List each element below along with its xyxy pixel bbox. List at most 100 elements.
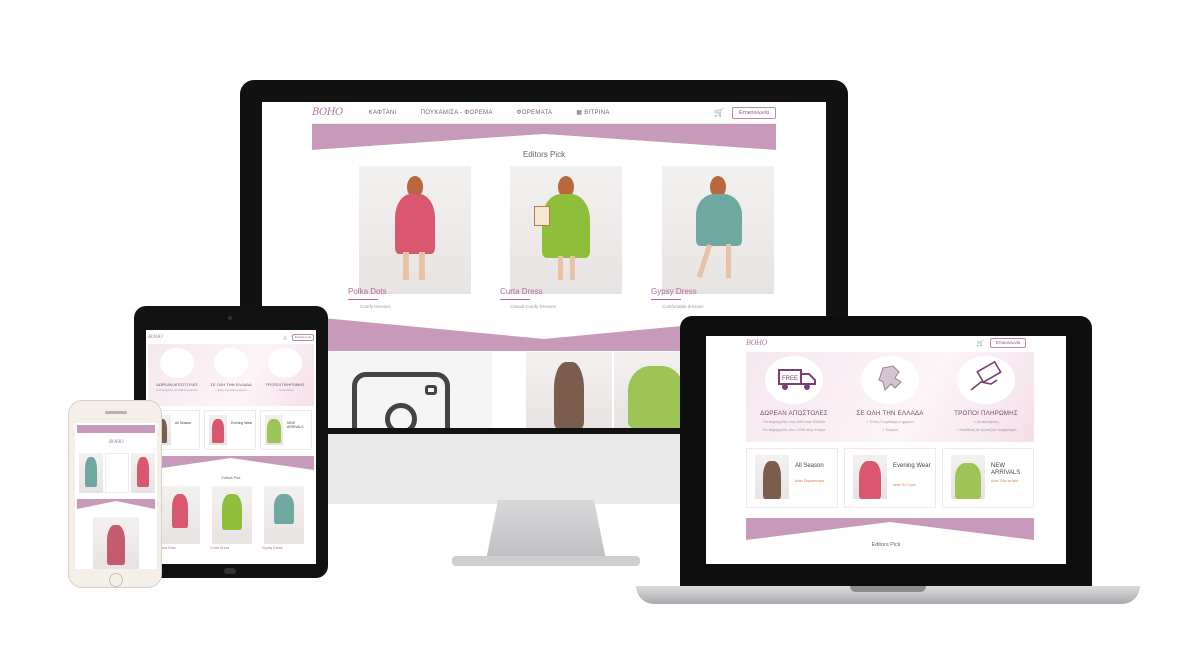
cart-icon[interactable]: 🛒 xyxy=(714,108,724,117)
feature-title: ΣΕ ΟΛΗ ΤΗΝ ΕΛΛΑΔΑ xyxy=(856,410,924,417)
model-dress xyxy=(395,194,435,254)
category-card-evening-wear[interactable]: Evening Wear Δείτε Τα Τώρα xyxy=(844,448,936,508)
product-name[interactable]: Curta Dress xyxy=(210,546,229,550)
feature-desc: ✓ Κύπρος xyxy=(881,428,899,432)
greece-map-icon xyxy=(214,348,248,378)
category-image xyxy=(755,455,789,499)
instagram-icon xyxy=(352,372,450,428)
product-image[interactable] xyxy=(93,517,139,569)
site-logo[interactable]: BOHO xyxy=(75,439,157,445)
category-card-all-season[interactable]: All Season Δείτε Περισσότερα xyxy=(746,448,838,508)
model-dress xyxy=(107,525,125,565)
category-link[interactable]: Δείτε Περισσότερα xyxy=(795,479,824,483)
category-image[interactable] xyxy=(79,453,103,493)
model-dress xyxy=(763,461,781,499)
login-button[interactable]: Επικοινωνία xyxy=(990,338,1026,348)
svg-text:FREE: FREE xyxy=(782,376,798,382)
nav-item-kaftani[interactable]: ΚΑΦΤΑΝΙ xyxy=(369,110,397,116)
tablet-screen: BOHO 🛒 Επικοινωνία ΔΩΡΕΑΝ ΑΠΟΣΤΟΛΕΣ Για … xyxy=(146,330,316,564)
login-button[interactable]: Επικοινωνία xyxy=(292,333,314,341)
feature-payment: ΤΡΟΠΟΙ ΠΛΗΡΩΜΗΣ ✓ Αντικαταβολή xyxy=(258,348,312,392)
category-card-new-arrivals[interactable]: NEW ARRIVALS Δείτε Όλα τα Νέα xyxy=(942,448,1034,508)
category-image xyxy=(951,455,985,499)
feature-desc: ✓ Αντικαταβολή xyxy=(973,420,999,424)
model-dress xyxy=(212,419,224,443)
product-image-polka-dots[interactable] xyxy=(359,166,471,294)
instagram-photo[interactable] xyxy=(526,352,612,428)
feature-payment: ΤΡΟΠΟΙ ΠΛΗΡΩΜΗΣ ✓ Αντικαταβολή ✓ Κατάθεσ… xyxy=(940,356,1032,433)
monitor-base xyxy=(452,556,640,566)
features-hero: ΔΩΡΕΑΝ ΑΠΟΣΤΟΛΕΣ Για παραγγελίες άνω 50€… xyxy=(148,344,314,406)
category-image xyxy=(209,415,227,445)
camera-icon xyxy=(228,316,232,320)
model-dress xyxy=(267,419,281,443)
product-name[interactable]: Polka Dots xyxy=(348,287,387,296)
home-button[interactable] xyxy=(109,573,123,587)
feature-title: ΔΩΡΕΑΝ ΑΠΟΣΤΟΛΕΣ xyxy=(156,382,198,387)
feature-free-shipping: ΔΩΡΕΑΝ ΑΠΟΣΤΟΛΕΣ Για παραγγελίες άνω 50€… xyxy=(150,348,204,392)
product-desc: Casual Comfy Dresses xyxy=(510,304,557,309)
product-name[interactable]: Gypsy Dress xyxy=(262,546,283,550)
model-dress xyxy=(955,463,981,499)
cart-icon[interactable]: 🛒 xyxy=(283,335,288,340)
header-pink-band xyxy=(148,456,314,470)
product-name[interactable]: Gypsy Dress xyxy=(651,287,697,296)
product-image-gypsy-dress[interactable] xyxy=(662,166,774,294)
instagram-block[interactable] xyxy=(312,352,492,428)
product-image[interactable] xyxy=(212,486,252,544)
category-card[interactable]: NEW ARRIVALS xyxy=(260,410,312,450)
product-desc: Comfy Dresses xyxy=(360,304,391,309)
feature-title: ΤΡΟΠΟΙ ΠΛΗΡΩΜΗΣ xyxy=(954,410,1018,417)
feature-greece: ΣΕ ΟΛΗ ΤΗΝ ΕΛΛΑΔΑ ✓ Εντός 3 εργάσιμων ημ… xyxy=(204,348,258,392)
feature-title: ΤΡΟΠΟΙ ΠΛΗΡΩΜΗΣ xyxy=(265,382,305,387)
desktop-navbar: BOHO ΚΑΦΤΑΝΙ ΠΟΥΚΑΜΙΣΑ - ΦΟΡΕΜΑ ΦΟΡΕΜΑΤΑ… xyxy=(312,102,776,124)
site-logo[interactable]: BOHO xyxy=(312,107,343,118)
cart-icon[interactable]: 🛒 xyxy=(977,340,984,347)
laptop: BOHO 🛒 Επικοινωνία FREE ΔΩΡΕΑΝ ΑΠΟΣΤΟΛΕΣ… xyxy=(680,316,1092,588)
category-image[interactable] xyxy=(131,453,155,493)
nav-item-foremata[interactable]: ΦΟΡΕΜΑΤΑ xyxy=(517,110,553,116)
category-title: NEW ARRIVALS xyxy=(287,421,304,429)
header-pink-band xyxy=(77,499,155,509)
nav-item-poukamisa[interactable]: ΠΟΥΚΑΜΙΣΑ - ΦΟΡΕΜΑ xyxy=(421,110,493,116)
product-name[interactable]: Curta Dress xyxy=(500,287,543,296)
feature-desc: Για παραγγελίες άνω 50€ στην Ελλάδα xyxy=(156,389,198,392)
home-button[interactable] xyxy=(224,568,236,574)
header-pink-band xyxy=(746,518,1034,540)
feature-desc: ✓ Εντός 3 εργάσιμων ημερών xyxy=(866,420,914,424)
category-image xyxy=(853,455,887,499)
site-logo[interactable]: BOHO xyxy=(746,339,767,347)
smartphone: BOHO xyxy=(68,400,162,588)
phone-screen: BOHO xyxy=(75,423,157,569)
product-image[interactable] xyxy=(160,486,200,544)
site-logo[interactable]: BOHO xyxy=(148,334,163,340)
product-image-curta-dress[interactable] xyxy=(510,166,622,294)
nav-item-vitrina[interactable]: ▦ ΒΙΤΡΙΝΑ xyxy=(576,109,609,116)
payment-hand-icon xyxy=(268,348,302,378)
product-image[interactable] xyxy=(264,486,304,544)
category-card[interactable]: Evening Wear xyxy=(204,410,256,450)
truck-icon xyxy=(160,348,194,378)
model-leg xyxy=(419,252,425,280)
category-card[interactable] xyxy=(105,453,129,493)
greece-map-icon xyxy=(861,356,919,404)
login-button[interactable]: Επικοινωνία xyxy=(732,106,776,119)
laptop-navbar: BOHO 🛒 Επικοινωνία xyxy=(746,336,1026,350)
category-link[interactable]: Δείτε Τα Τώρα xyxy=(893,483,916,487)
category-image xyxy=(265,415,283,445)
category-title: Evening Wear xyxy=(231,421,253,425)
product-divider xyxy=(651,299,681,300)
phone-navbar xyxy=(77,425,155,433)
model-dress xyxy=(554,362,584,428)
feature-desc: Για παραγγελίες άνω 100€ στην Κύπρο xyxy=(762,428,826,432)
model-dress xyxy=(85,457,97,487)
model-dress xyxy=(222,494,242,530)
section-title: Editors Pick xyxy=(522,150,566,159)
speaker-grille xyxy=(105,411,127,414)
category-link[interactable]: Δείτε Όλα τα Νέα xyxy=(991,479,1018,483)
feature-greece: ΣΕ ΟΛΗ ΤΗΝ ΕΛΛΑΔΑ ✓ Εντός 3 εργάσιμων ημ… xyxy=(844,356,936,433)
category-title: NEW ARRIVALS xyxy=(991,463,1021,476)
model-dress xyxy=(137,457,149,487)
feature-title: ΔΩΡΕΑΝ ΑΠΟΣΤΟΛΕΣ xyxy=(760,410,828,417)
model-dress xyxy=(859,461,881,499)
